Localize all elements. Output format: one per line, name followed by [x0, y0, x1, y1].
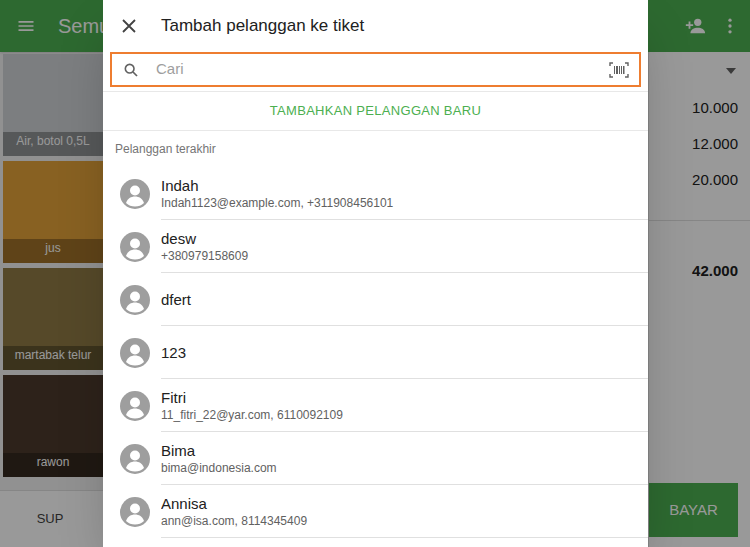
customer-name: Annisa — [161, 494, 648, 513]
customer-name: desw — [161, 229, 648, 248]
add-customer-dialog: Tambah pelanggan ke tiket TAMBAHKAN PELAN… — [103, 0, 648, 547]
avatar-icon — [120, 338, 150, 368]
customer-info: 123 — [161, 326, 648, 379]
customer-name: Fitri — [161, 388, 648, 407]
avatar-icon — [120, 444, 150, 474]
avatar-icon — [120, 391, 150, 421]
customer-details: Indah1123@example.com, +311908456101 — [161, 195, 648, 211]
customer-row[interactable]: 123 — [103, 326, 648, 379]
barcode-icon[interactable] — [609, 62, 629, 78]
add-customer-row: TAMBAHKAN PELANGGAN BARU — [103, 91, 648, 131]
customer-details: +380979158609 — [161, 248, 648, 264]
avatar-icon — [120, 497, 150, 527]
customer-row[interactable]: desw+380979158609 — [103, 220, 648, 273]
customer-info: Fitri11_fitri_22@yar.com, 6110092109 — [161, 379, 648, 432]
customer-name: Bima — [161, 441, 648, 460]
customer-row[interactable]: Fitri11_fitri_22@yar.com, 6110092109 — [103, 379, 648, 432]
customer-info: desw+380979158609 — [161, 220, 648, 273]
avatar-icon — [120, 179, 150, 209]
avatar-icon — [120, 285, 150, 315]
customer-name: 123 — [161, 343, 648, 362]
search-input[interactable] — [156, 58, 609, 81]
customer-details: bima@indonesia.com — [161, 460, 648, 476]
customer-row[interactable]: dfert — [103, 273, 648, 326]
customer-details: 11_fitri_22@yar.com, 6110092109 — [161, 407, 648, 423]
search-icon — [123, 62, 139, 78]
customer-details: ann@isa.com, 8114345409 — [161, 513, 648, 529]
dialog-header: Tambah pelanggan ke tiket — [103, 0, 648, 52]
pos-screen: SemuAir, botol 0,5Ljusmartabak telurrawo… — [0, 0, 750, 547]
customer-row[interactable]: Annisaann@isa.com, 8114345409 — [103, 485, 648, 538]
customer-name: dfert — [161, 290, 648, 309]
close-icon[interactable] — [121, 18, 137, 34]
customer-row[interactable]: Bimabima@indonesia.com — [103, 432, 648, 485]
customer-info: Bimabima@indonesia.com — [161, 432, 648, 485]
search-box[interactable] — [110, 52, 641, 87]
avatar-icon — [120, 232, 150, 262]
customer-info: Annisaann@isa.com, 8114345409 — [161, 485, 648, 538]
customer-name: Indah — [161, 176, 648, 195]
customer-info: IndahIndah1123@example.com, +31190845610… — [161, 167, 648, 220]
dialog-title: Tambah pelanggan ke tiket — [161, 13, 364, 39]
customer-list: IndahIndah1123@example.com, +31190845610… — [103, 167, 648, 538]
section-title: Pelanggan terakhir — [103, 131, 648, 167]
customer-row[interactable]: IndahIndah1123@example.com, +31190845610… — [103, 167, 648, 220]
add-new-customer-button[interactable]: TAMBAHKAN PELANGGAN BARU — [270, 101, 481, 121]
customer-info: dfert — [161, 273, 648, 326]
